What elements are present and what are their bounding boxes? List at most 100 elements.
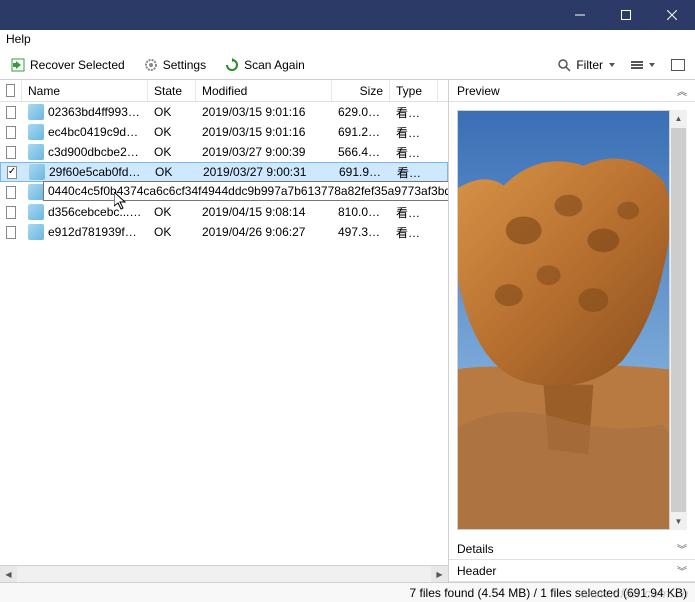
filename-text: 29f60e5cab0fdb... — [49, 165, 143, 179]
row-modified: 2019/03/27 9:00:39 — [196, 145, 332, 159]
scroll-down-arrow[interactable]: ▼ — [670, 513, 687, 530]
close-button[interactable] — [649, 0, 695, 30]
expand-icon: ︾ — [677, 541, 687, 556]
recover-icon — [10, 57, 26, 73]
file-list-pane: Name State Modified Size Type 02363bd4ff… — [0, 80, 449, 582]
header-section-header[interactable]: Header ︾ — [449, 560, 695, 582]
scroll-thumb[interactable] — [671, 128, 686, 512]
row-size: 810.03 KB — [332, 205, 390, 219]
recover-selected-button[interactable]: Recover Selected — [6, 55, 129, 75]
row-checkbox[interactable] — [6, 146, 16, 159]
row-checkbox[interactable] — [6, 186, 16, 199]
column-checkbox[interactable] — [0, 80, 22, 101]
row-type: 看图王 JP — [390, 104, 438, 121]
row-name: 02363bd4ff9934a... — [22, 104, 148, 120]
row-name: ec4bc0419c9dce... — [22, 124, 148, 140]
row-name: c3d900dbcbe2e0... — [22, 144, 148, 160]
list-header: Name State Modified Size Type — [0, 80, 448, 102]
header-section-title: Header — [457, 564, 496, 578]
details-header[interactable]: Details ︾ — [449, 538, 695, 560]
table-row[interactable]: 02363bd4ff9934a...OK2019/03/15 9:01:1662… — [0, 102, 448, 122]
table-row[interactable]: 29f60e5cab0fdb... OK2019/03/27 9:00:31691… — [0, 162, 448, 182]
preview-image — [457, 110, 670, 530]
column-state[interactable]: State — [148, 80, 196, 101]
file-icon — [28, 104, 44, 120]
row-checkbox-cell — [0, 106, 22, 119]
filename-tooltip: 0440c4c5f0b4374ca6c6cf34f4944ddc9b997a7b… — [43, 181, 448, 201]
filter-button[interactable]: Filter — [552, 55, 619, 75]
toolbar: Recover Selected Settings Scan Again Fil… — [0, 50, 695, 80]
column-size[interactable]: Size — [332, 80, 390, 101]
file-icon — [29, 164, 45, 180]
panel-toggle-button[interactable] — [667, 57, 689, 73]
maximize-button[interactable] — [603, 0, 649, 30]
column-name[interactable]: Name — [22, 80, 148, 101]
row-checkbox[interactable] — [6, 226, 16, 239]
row-checkbox-cell — [0, 186, 22, 199]
filename-text: ec4bc0419c9dce... — [48, 125, 142, 139]
row-name: d356cebcebc...b... — [22, 204, 148, 220]
preview-pane: Preview ︽ — [449, 80, 695, 582]
table-row[interactable]: e912d781939fd5...OK2019/04/26 9:06:27497… — [0, 222, 448, 242]
refresh-icon — [224, 57, 240, 73]
row-size: 691.28 KB — [332, 125, 390, 139]
file-icon — [28, 184, 44, 200]
collapse-icon: ︽ — [677, 83, 687, 98]
row-checkbox[interactable] — [6, 206, 16, 219]
row-modified: 2019/04/15 9:08:14 — [196, 205, 332, 219]
table-row[interactable]: d356cebcebc...b...OK2019/04/15 9:08:1481… — [0, 202, 448, 222]
gear-icon — [143, 57, 159, 73]
row-name: 29f60e5cab0fdb... — [23, 164, 149, 180]
file-icon — [28, 144, 44, 160]
row-modified: 2019/04/26 9:06:27 — [196, 225, 332, 239]
chevron-down-icon — [649, 63, 655, 67]
titlebar — [0, 0, 695, 30]
row-checkbox-cell — [1, 166, 23, 179]
chevron-down-icon — [609, 63, 615, 67]
row-state: OK — [149, 165, 197, 179]
expand-icon: ︾ — [677, 563, 687, 578]
filename-text: e912d781939fd5... — [48, 225, 142, 239]
row-type: 看图王 JP — [390, 124, 438, 141]
row-type: 看图王 JP — [390, 144, 438, 161]
settings-button[interactable]: Settings — [139, 55, 210, 75]
row-state: OK — [148, 225, 196, 239]
scroll-track[interactable] — [17, 566, 431, 583]
horizontal-scrollbar[interactable]: ◀ ▶ — [0, 565, 448, 582]
row-size: 691.94 KB — [333, 165, 391, 179]
row-state: OK — [148, 105, 196, 119]
row-checkbox-cell — [0, 146, 22, 159]
row-size: 629.06 KB — [332, 105, 390, 119]
row-modified: 2019/03/27 9:00:31 — [197, 165, 333, 179]
table-row[interactable]: ec4bc0419c9dce...OK2019/03/15 9:01:16691… — [0, 122, 448, 142]
select-all-checkbox[interactable] — [6, 84, 15, 97]
preview-vertical-scrollbar[interactable]: ▲ ▼ — [670, 110, 687, 530]
scroll-left-arrow[interactable]: ◀ — [0, 566, 17, 583]
row-checkbox-cell — [0, 226, 22, 239]
column-modified[interactable]: Modified — [196, 80, 332, 101]
file-icon — [28, 124, 44, 140]
row-checkbox[interactable] — [6, 106, 16, 119]
row-checkbox-cell — [0, 126, 22, 139]
scroll-right-arrow[interactable]: ▶ — [431, 566, 448, 583]
file-icon — [28, 224, 44, 240]
details-title: Details — [457, 542, 494, 556]
column-type[interactable]: Type — [390, 80, 438, 101]
list-icon — [631, 61, 643, 69]
file-icon — [28, 204, 44, 220]
row-checkbox[interactable] — [7, 166, 17, 179]
preview-header[interactable]: Preview ︽ — [449, 80, 695, 102]
panel-icon — [671, 59, 685, 71]
row-state: OK — [148, 145, 196, 159]
recover-label: Recover Selected — [30, 58, 125, 72]
row-checkbox[interactable] — [6, 126, 16, 139]
scan-again-button[interactable]: Scan Again — [220, 55, 309, 75]
view-mode-button[interactable] — [627, 59, 659, 71]
minimize-button[interactable] — [557, 0, 603, 30]
menu-help[interactable]: Help — [6, 32, 31, 46]
row-name: e912d781939fd5... — [22, 224, 148, 240]
filename-text: 02363bd4ff9934a... — [48, 105, 142, 119]
scroll-up-arrow[interactable]: ▲ — [670, 110, 687, 127]
table-row[interactable]: c3d900dbcbe2e0...OK2019/03/27 9:00:39566… — [0, 142, 448, 162]
row-modified: 2019/03/15 9:01:16 — [196, 125, 332, 139]
